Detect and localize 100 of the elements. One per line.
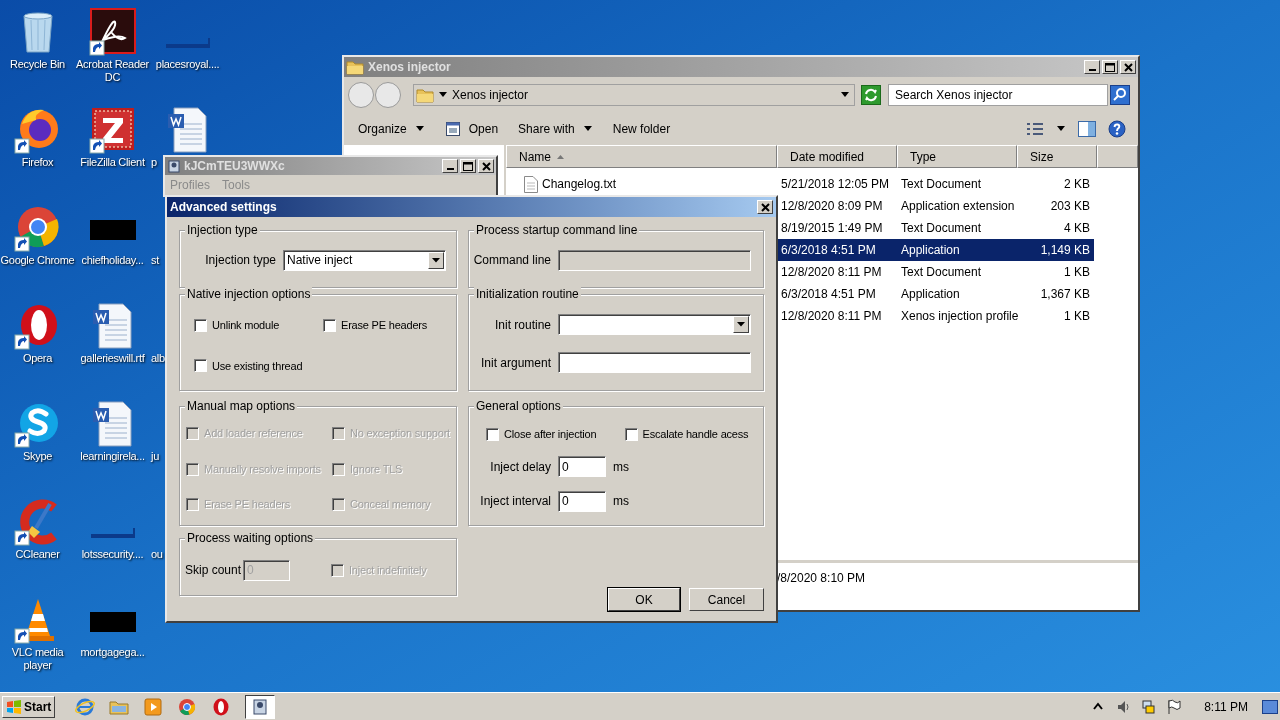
icon-label[interactable]: VLC media player	[0, 646, 75, 672]
icon-label[interactable]: Firefox	[21, 156, 54, 169]
checkbox[interactable]	[486, 428, 499, 442]
checkbox[interactable]	[624, 428, 638, 442]
icon-label[interactable]: gallerieswill.rtf	[80, 352, 145, 365]
icon-label[interactable]: Skype	[22, 450, 53, 463]
table-cell[interactable]: 4 KB	[1017, 217, 1094, 239]
checkbox[interactable]	[194, 318, 207, 332]
icon-label[interactable]: Opera	[22, 352, 53, 365]
table-cell[interactable]: 6/3/2018 4:51 PM	[777, 283, 897, 305]
toolbar-button[interactable]: Organize	[358, 116, 425, 141]
table-cell[interactable]: 1 KB	[1017, 305, 1094, 327]
desktop-icon[interactable]	[88, 8, 137, 56]
column-header[interactable]: Date modified	[777, 145, 897, 168]
checkbox[interactable]	[323, 318, 336, 332]
maximize-button[interactable]	[460, 159, 476, 173]
table-cell[interactable]: Text Document	[897, 173, 1017, 195]
refresh-icon[interactable]	[861, 84, 881, 105]
checkbox-label: Erase PE headers	[341, 318, 428, 333]
table-cell[interactable]: 8/19/2015 1:49 PM	[777, 217, 897, 239]
taskbar-button[interactable]	[245, 694, 276, 719]
dialog-button[interactable]: OK	[608, 588, 680, 611]
input-field[interactable]: 0	[558, 490, 606, 512]
table-cell[interactable]: Application	[897, 283, 1017, 305]
close-button[interactable]	[1120, 60, 1136, 74]
dropdown[interactable]: Native inject	[283, 249, 446, 271]
caret-icon	[582, 124, 593, 133]
icon-label[interactable]: Google Chrome	[0, 254, 75, 267]
table-cell[interactable]: 12/8/2020 8:11 PM	[777, 261, 897, 283]
dropdown-icon[interactable]	[840, 90, 850, 99]
icon-label[interactable]: lotssecurity....	[81, 548, 144, 561]
group-title: Native injection options	[185, 287, 313, 301]
desktop-icon[interactable]	[88, 106, 137, 154]
icon-label[interactable]: ju	[151, 450, 159, 463]
help-icon[interactable]	[1108, 119, 1126, 138]
icon-label[interactable]: CCleaner	[15, 548, 60, 561]
checkbox[interactable]	[194, 359, 207, 373]
table-cell[interactable]: 2 KB	[1017, 173, 1094, 195]
desktop-icon[interactable]	[13, 204, 62, 252]
address-bar[interactable]: Xenos injector	[413, 83, 855, 106]
icon-label[interactable]: ou	[151, 548, 163, 561]
table-cell[interactable]: Text Document	[897, 217, 1017, 239]
show-desktop-icon[interactable]	[1262, 699, 1278, 714]
folder-icon	[346, 58, 364, 76]
minimize-button[interactable]	[1084, 60, 1100, 74]
search-icon[interactable]	[1110, 84, 1130, 105]
close-button[interactable]	[757, 200, 773, 214]
icon-label[interactable]: alb	[151, 352, 165, 365]
network-icon[interactable]	[1141, 698, 1158, 715]
close-button[interactable]	[478, 159, 494, 173]
dialog-title: Advanced settings	[170, 199, 278, 216]
dropdown-button[interactable]	[733, 316, 749, 333]
column-header[interactable]: Type	[897, 145, 1017, 168]
start-button[interactable]: Start	[2, 695, 56, 718]
table-cell[interactable]: 5/21/2018 12:05 PM	[777, 173, 897, 195]
table-cell[interactable]: 6/3/2018 4:51 PM	[777, 239, 897, 261]
minimize-button[interactable]	[442, 159, 458, 173]
table-cell[interactable]: 1 KB	[1017, 261, 1094, 283]
icon-label[interactable]: learningirela...	[80, 450, 145, 463]
dropdown-button[interactable]	[428, 251, 444, 269]
preview-pane-icon[interactable]	[1078, 120, 1096, 137]
toolbar-button[interactable]: Share with	[518, 116, 593, 141]
icon-label[interactable]: mortgagega...	[80, 646, 145, 659]
chrome-icon	[177, 696, 198, 717]
toolbar-button[interactable]: Open	[444, 116, 499, 141]
icon-label[interactable]: chiefholiday...	[81, 254, 144, 267]
table-cell[interactable]: 1,149 KB	[1017, 239, 1094, 261]
icon-label[interactable]: Acrobat Reader DC	[75, 58, 150, 84]
file-name[interactable]: Changelog.txt	[542, 175, 617, 193]
maximize-button[interactable]	[1102, 60, 1118, 74]
column-header[interactable]: Size	[1017, 145, 1097, 168]
dialog-button[interactable]: Cancel	[689, 588, 764, 611]
table-cell[interactable]: Text Document	[897, 261, 1017, 283]
table-cell[interactable]: Xenos injection profile	[897, 305, 1017, 327]
table-cell[interactable]: 12/8/2020 8:11 PM	[777, 305, 897, 327]
column-header[interactable]: Name	[506, 145, 777, 168]
toolbar-button[interactable]: New folder	[612, 116, 671, 141]
icon-label[interactable]: st	[151, 254, 159, 267]
view-list-icon[interactable]	[1026, 121, 1044, 136]
group-title: Injection type	[185, 223, 260, 237]
input-field[interactable]: 0	[558, 456, 606, 478]
table-cell[interactable]: 203 KB	[1017, 195, 1094, 217]
caret-icon	[414, 124, 425, 133]
caret-icon[interactable]	[1056, 124, 1066, 133]
table-cell[interactable]: 1,367 KB	[1017, 283, 1094, 305]
table-cell[interactable]: Application	[897, 239, 1017, 261]
table-cell[interactable]: Application extension	[897, 195, 1017, 217]
input-field[interactable]	[558, 352, 751, 373]
icon-label[interactable]: Recycle Bin	[10, 58, 65, 71]
field-label: Skip count	[185, 562, 243, 579]
icon-label[interactable]: FileZilla Client	[80, 156, 145, 169]
close-icon	[481, 161, 491, 171]
table-cell[interactable]: 12/8/2020 8:09 PM	[777, 195, 897, 217]
window-title: kJCmTEU3WWXc	[184, 158, 285, 175]
dropdown[interactable]	[558, 314, 751, 335]
search-field[interactable]: Search Xenos injector	[888, 83, 1108, 106]
address-text: Xenos injector	[452, 86, 530, 104]
icon-label[interactable]: p	[151, 156, 157, 169]
flag-icon[interactable]	[1166, 698, 1183, 715]
icon-label[interactable]: placesroyal....	[155, 58, 220, 71]
